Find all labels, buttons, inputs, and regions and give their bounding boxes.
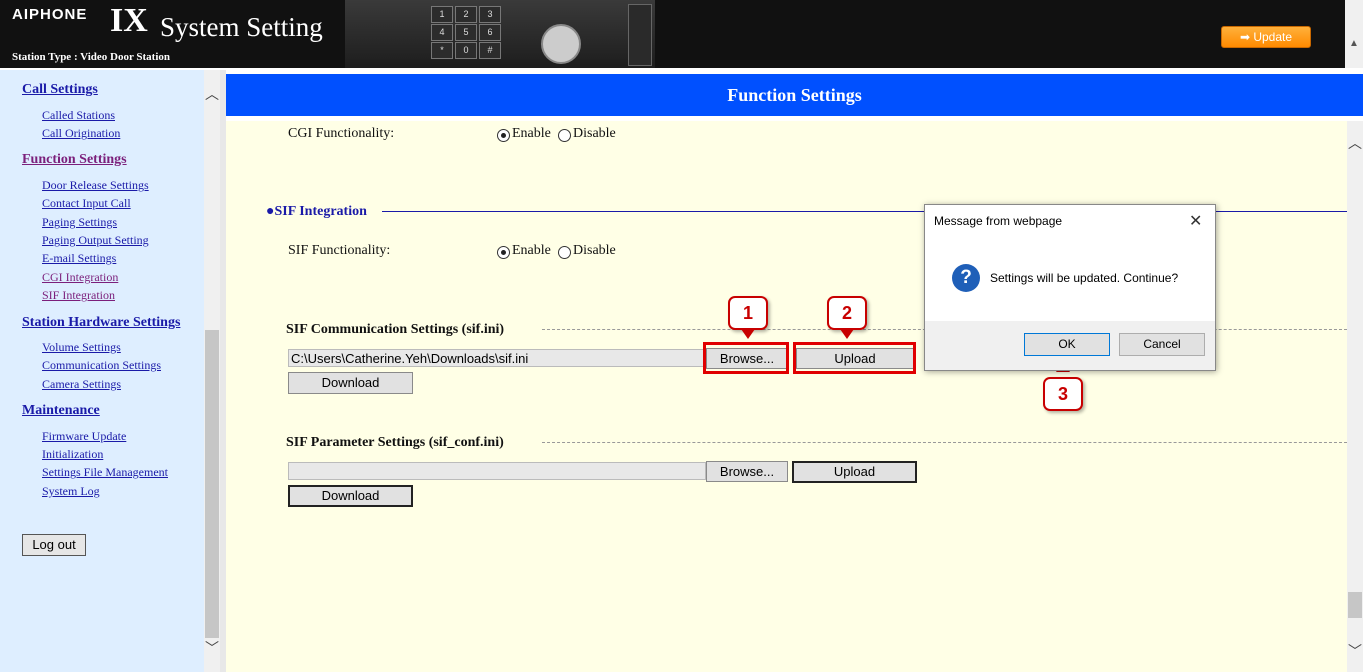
keypad-key: * — [431, 42, 453, 59]
keypad-key: 2 — [455, 6, 477, 23]
nav-item-email-settings[interactable]: E-mail Settings — [42, 251, 116, 266]
nav-item-initialization[interactable]: Initialization — [42, 447, 103, 462]
callout-step-1: 1 — [728, 296, 768, 330]
update-button-label: Update — [1253, 30, 1293, 44]
nav-item-paging-output-setting[interactable]: Paging Output Setting — [42, 233, 149, 248]
dialog-title: Message from webpage — [934, 214, 1063, 228]
nav-item-call-origination[interactable]: Call Origination — [42, 126, 120, 141]
header-scrollbar[interactable]: ▲ — [1345, 0, 1363, 68]
sidebar-scroll-thumb[interactable] — [205, 330, 219, 638]
nav-section-function-settings[interactable]: Function Settings — [22, 152, 127, 168]
keypad-key: # — [479, 42, 501, 59]
logout-button[interactable]: Log out — [22, 534, 86, 556]
callout-step-2: 2 — [827, 296, 867, 330]
sif-comm-file-input[interactable]: C:\Users\Catherine.Yeh\Downloads\sif.ini — [288, 349, 706, 367]
device-side-buttons — [628, 4, 652, 66]
nav-pad-icon — [541, 24, 581, 64]
highlight-browse — [703, 342, 789, 374]
cgi-disable-label: Disable — [573, 126, 616, 141]
scroll-up-icon[interactable]: ︿ — [205, 84, 219, 104]
content-scroll-thumb[interactable] — [1348, 592, 1362, 618]
scroll-down-icon[interactable]: ﹀ — [1348, 641, 1362, 661]
app-title: System Setting — [160, 12, 323, 42]
sidebar-nav: Call Settings Called Stations Call Origi… — [0, 70, 204, 672]
callout-step-3: 3 — [1043, 377, 1083, 411]
sif-disable-radio[interactable] — [558, 246, 571, 259]
station-type-label: Station Type : Video Door Station — [12, 51, 170, 63]
cgi-enable-label: Enable — [512, 126, 551, 141]
scroll-up-icon[interactable]: ︿ — [1348, 133, 1362, 153]
content-scrollbar[interactable]: ︿ ﹀ — [1347, 121, 1363, 672]
brand-logo: AIPHONE — [12, 6, 88, 23]
sif-disable-label: Disable — [573, 243, 616, 258]
scroll-down-icon[interactable]: ﹀ — [205, 638, 219, 658]
nav-item-contact-input-call[interactable]: Contact Input Call — [42, 196, 131, 211]
sif-integration-heading: ●SIF Integration — [266, 204, 367, 219]
nav-item-firmware-update[interactable]: Firmware Update — [42, 429, 126, 444]
nav-item-sif-integration[interactable]: SIF Integration — [42, 288, 115, 303]
sif-communication-settings-title: SIF Communication Settings (sif.ini) — [286, 322, 505, 337]
section-divider — [542, 442, 1347, 443]
nav-item-system-log[interactable]: System Log — [42, 484, 100, 499]
ok-button[interactable]: OK — [1024, 333, 1110, 356]
nav-section-call-settings[interactable]: Call Settings — [22, 82, 98, 98]
sif-param-download-button[interactable]: Download — [288, 485, 413, 507]
sif-parameter-settings-title: SIF Parameter Settings (sif_conf.ini) — [286, 435, 504, 450]
nav-item-volume-settings[interactable]: Volume Settings — [42, 340, 121, 355]
cgi-disable-radio[interactable] — [558, 129, 571, 142]
device-image: 1 2 3 4 5 6 * 0 # — [345, 0, 655, 68]
callout-tail — [741, 329, 755, 339]
nav-item-cgi-integration[interactable]: CGI Integration — [42, 270, 118, 285]
nav-item-communication-settings[interactable]: Communication Settings — [42, 358, 161, 373]
nav-item-settings-file-management[interactable]: Settings File Management — [42, 465, 168, 480]
nav-section-maintenance[interactable]: Maintenance — [22, 403, 100, 419]
nav-item-door-release-settings[interactable]: Door Release Settings — [42, 178, 149, 193]
sif-param-browse-button[interactable]: Browse... — [706, 461, 788, 482]
question-icon: ? — [952, 264, 980, 292]
nav-item-called-stations[interactable]: Called Stations — [42, 108, 115, 123]
callout-tail — [840, 329, 854, 339]
sif-enable-label: Enable — [512, 243, 551, 258]
close-icon[interactable]: ✕ — [1189, 211, 1202, 231]
sif-param-upload-button[interactable]: Upload — [792, 461, 917, 483]
sif-enable-radio[interactable] — [497, 246, 510, 259]
scroll-up-icon[interactable]: ▲ — [1349, 38, 1359, 49]
keypad-key: 3 — [479, 6, 501, 23]
update-button[interactable]: ➡ Update — [1221, 26, 1311, 48]
nav-item-camera-settings[interactable]: Camera Settings — [42, 377, 121, 392]
keypad-key: 5 — [455, 24, 477, 41]
app-title-prefix: IX — [110, 2, 148, 39]
sif-comm-download-button[interactable]: Download — [288, 372, 413, 394]
arrow-right-icon: ➡ — [1239, 30, 1250, 44]
keypad-key: 4 — [431, 24, 453, 41]
cgi-functionality-label: CGI Functionality: — [288, 126, 395, 141]
keypad-key: 0 — [455, 42, 477, 59]
keypad-key: 6 — [479, 24, 501, 41]
nav-item-paging-settings[interactable]: Paging Settings — [42, 215, 117, 230]
cancel-button[interactable]: Cancel — [1119, 333, 1205, 356]
confirm-dialog: Message from webpage ✕ ? Settings will b… — [924, 204, 1216, 371]
page-title: Function Settings — [226, 74, 1363, 116]
sif-functionality-label: SIF Functionality: — [288, 243, 391, 258]
nav-section-station-hardware-settings[interactable]: Station Hardware Settings — [22, 315, 180, 331]
dialog-message: Settings will be updated. Continue? — [990, 271, 1179, 285]
keypad-key: 1 — [431, 6, 453, 23]
cgi-enable-radio[interactable] — [497, 129, 510, 142]
highlight-upload — [793, 342, 916, 374]
sif-param-file-input[interactable] — [288, 462, 706, 480]
app-header: AIPHONE IX System Setting Station Type :… — [0, 0, 1345, 68]
